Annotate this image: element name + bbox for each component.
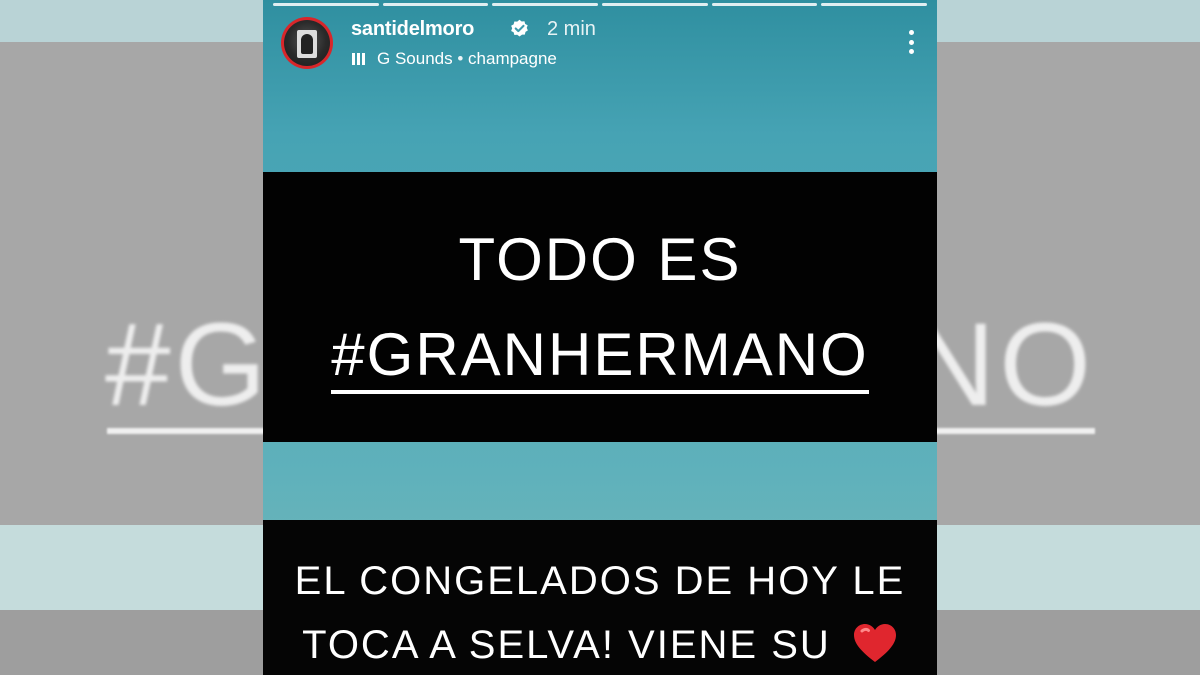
music-song: champagne (468, 49, 557, 68)
story-header: santidelmoro 2 min G Sounds • champagne (281, 16, 921, 72)
progress-segment (711, 3, 818, 6)
headline-hashtag[interactable]: #GRANHERMANO (263, 320, 937, 394)
headline-line-1: TODO ES (458, 226, 742, 293)
hashtag-link[interactable]: #GRANHERMANO (331, 321, 869, 394)
caption-line-2-text: TOCA A SELVA! VIENE SU (302, 623, 831, 667)
music-separator: • (457, 49, 464, 68)
avatar[interactable] (281, 17, 333, 69)
progress-segment (492, 3, 599, 6)
music-bars-icon (352, 53, 370, 65)
caption-line-1: EL CONGELADOS DE HOY LE (294, 559, 906, 603)
progress-segment (602, 3, 708, 6)
caption-line-2: TOCA A SELVA! VIENE SU (263, 620, 937, 670)
background-hashtag-right: NO (910, 305, 1095, 431)
headline-box (263, 172, 937, 442)
more-vertical-icon[interactable] (901, 28, 921, 56)
verified-badge-icon (511, 19, 528, 37)
post-time: 2 min (547, 18, 596, 40)
progress-segment (821, 3, 928, 6)
red-heart-icon (853, 624, 896, 663)
story-progress-bar (273, 3, 928, 6)
username[interactable]: santidelmoro (351, 18, 474, 41)
music-artist: G Sounds (377, 49, 453, 68)
progress-segment (382, 3, 489, 6)
background-hashtag-left: #G (105, 305, 271, 431)
music-info[interactable]: G Sounds • champagne (377, 49, 557, 69)
progress-segment (273, 3, 379, 6)
avatar-image (284, 20, 330, 66)
instagram-story[interactable]: santidelmoro 2 min G Sounds • champagne … (263, 0, 937, 675)
